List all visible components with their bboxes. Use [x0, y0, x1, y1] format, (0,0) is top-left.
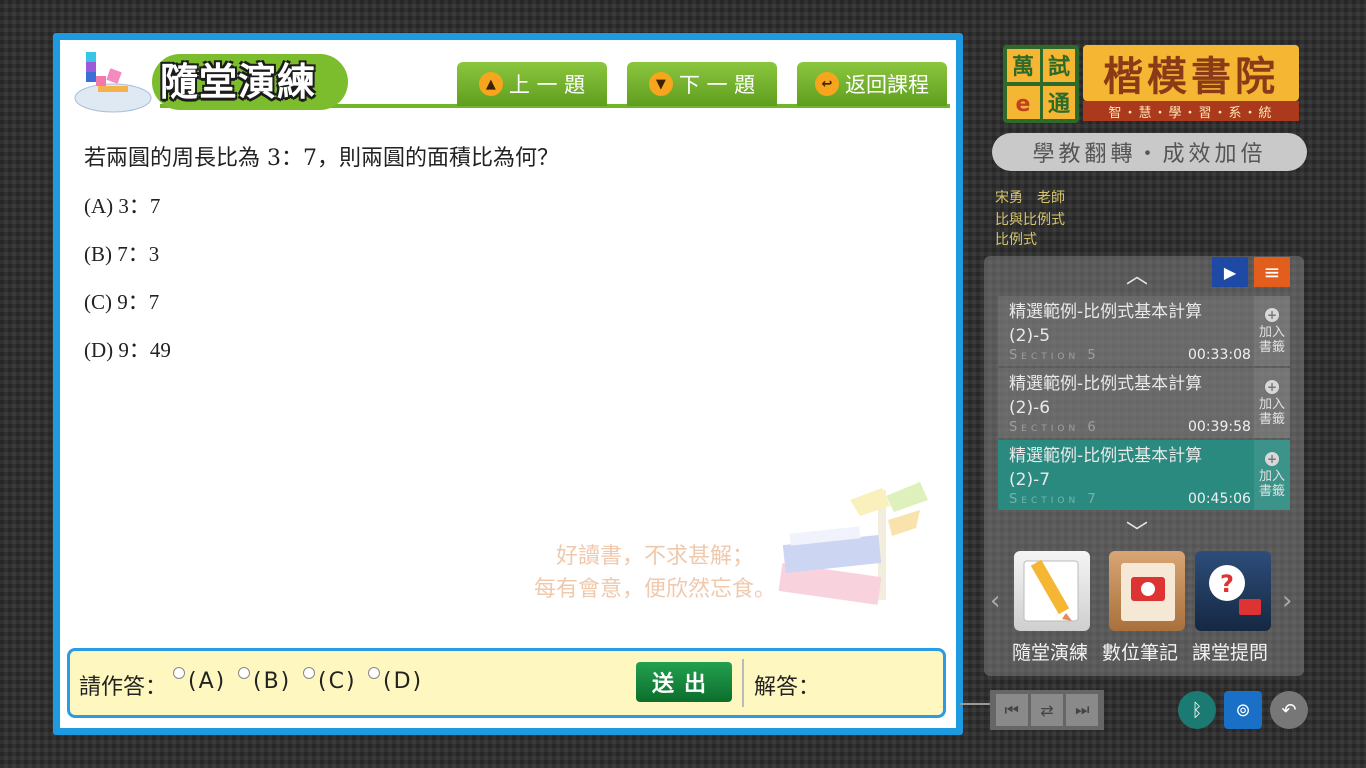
brand-logo-char-4: 通 — [1048, 92, 1070, 117]
tool-notes-label[interactable]: 數位筆記 — [1102, 638, 1178, 665]
bookmark-label-2: 書籤 — [1258, 411, 1285, 427]
brand-tagline: 智・慧・學・習・系・統 — [1083, 101, 1299, 121]
add-bookmark-button[interactable]: + 加入 書籤 — [1254, 368, 1290, 438]
return-arrow-icon: ↩ — [815, 72, 839, 96]
answer-bar: 請作答： (A) (B) (C) (D) 送出 解答： — [67, 648, 946, 718]
brand-name: 楷模書院 — [1083, 45, 1299, 101]
option-b: (B) 7：3 — [84, 242, 160, 266]
brand-logo-char-2: 試 — [1048, 54, 1070, 80]
chevron-down-icon[interactable]: ﹀ — [1126, 515, 1148, 547]
radio-label-a: (A) — [188, 669, 227, 694]
bookmark-label-1: 加入 — [1258, 468, 1285, 484]
add-bookmark-button[interactable]: + 加入 書籤 — [1254, 440, 1290, 510]
lesson-duration: 00:39:58 — [1188, 419, 1251, 435]
radio-option-b[interactable]: (B) — [238, 663, 291, 694]
lesson-title: 精選範例-比例式基本計算(2)-6 — [1009, 374, 1203, 418]
pencil-notebook-icon[interactable] — [1014, 551, 1090, 631]
slogan: 學教翻轉・成效加倍 — [992, 133, 1307, 171]
bookmark-label-2: 書籤 — [1258, 483, 1285, 499]
bookmark-label-1: 加入 — [1258, 396, 1285, 412]
question-camera-icon[interactable]: ? — [1195, 551, 1271, 631]
plus-icon: + — [1265, 307, 1279, 322]
add-bookmark-button[interactable]: + 加入 書籤 — [1254, 296, 1290, 366]
lesson-item[interactable]: 精選範例-比例式基本計算(2)-5 Section 5 00:33:08 + 加… — [998, 296, 1290, 366]
prev-question-label: 上 一 題 — [508, 73, 586, 97]
radio-button-b[interactable] — [238, 667, 250, 679]
radio-button-d[interactable] — [368, 667, 380, 679]
tool-practice-label[interactable]: 隨堂演練 — [1012, 638, 1088, 665]
undo-icon[interactable]: ↶ — [1270, 691, 1308, 729]
arrow-up-icon: ▲ — [478, 72, 503, 96]
radio-option-d[interactable]: (D) — [368, 663, 423, 694]
lesson-section: Section 5 — [1009, 348, 1100, 363]
practice-logo-icon — [74, 52, 152, 113]
repeat-icon[interactable]: ⇄ — [1030, 694, 1063, 726]
answer-divider — [742, 659, 744, 707]
skip-back-icon[interactable]: ⏮ — [995, 694, 1028, 726]
next-question-button[interactable]: ▼ 下 一 題 — [627, 62, 777, 106]
radio-button-a[interactable] — [173, 667, 185, 679]
video-tab-icon[interactable]: ▶ — [1212, 257, 1248, 287]
next-question-label: 下 一 題 — [678, 73, 756, 97]
prev-question-button[interactable]: ▲ 上 一 題 — [457, 62, 607, 106]
arrow-down-icon: ▼ — [648, 72, 673, 96]
quiz-panel: 隨堂演練 ▲ 上 一 題 ▼ 下 一 題 ↩ 返回課程 若兩圓的周長比為 3：7… — [53, 33, 963, 735]
tool-question-label[interactable]: 課堂提問 — [1192, 638, 1268, 665]
radio-option-a[interactable]: (A) — [173, 663, 226, 694]
plus-icon: + — [1265, 379, 1279, 394]
books-signpost-icon — [778, 482, 928, 605]
question-text: 若兩圓的周長比為 3：7，則兩圓的面積比為何？ — [84, 146, 559, 171]
question-mark-glyph: ? — [1220, 570, 1234, 598]
plus-icon: + — [1265, 451, 1279, 466]
submit-button[interactable]: 送出 — [636, 662, 732, 702]
lesson-duration: 00:33:08 — [1188, 347, 1251, 363]
camera-notebook-icon[interactable] — [1109, 551, 1185, 631]
io-icon[interactable]: ⊚ — [1224, 691, 1262, 729]
lesson-title: 精選範例-比例式基本計算(2)-5 — [1009, 302, 1203, 346]
back-to-course-button[interactable]: ↩ 返回課程 — [797, 62, 947, 106]
solution-label: 解答： — [754, 675, 821, 700]
radio-option-c[interactable]: (C) — [303, 663, 357, 694]
radio-label-b: (B) — [253, 669, 292, 694]
quiz-content: 隨堂演練 ▲ 上 一 題 ▼ 下 一 題 ↩ 返回課程 若兩圓的周長比為 3：7… — [60, 40, 956, 728]
chevron-up-icon[interactable]: ︿ — [1126, 258, 1148, 290]
page-title: 隨堂演練 — [160, 60, 317, 104]
radio-label-d: (D) — [383, 669, 424, 694]
lesson-item[interactable]: 精選範例-比例式基本計算(2)-6 Section 6 00:39:58 + 加… — [998, 368, 1290, 438]
lesson-item-active[interactable]: 精選範例-比例式基本計算(2)-7 Section 7 00:45:06 + 加… — [998, 440, 1290, 510]
chevron-left-icon[interactable]: ‹ — [990, 586, 1000, 616]
back-to-course-label: 返回課程 — [845, 73, 929, 97]
brand-logo-char-1: 萬 — [1012, 55, 1034, 80]
bluetooth-icon[interactable]: ᛒ — [1178, 691, 1216, 729]
option-a: (A) 3：7 — [84, 194, 161, 218]
radio-label-c: (C) — [318, 669, 357, 694]
bookmark-label-1: 加入 — [1258, 324, 1285, 340]
teacher-name: 宋勇 老師 — [995, 190, 1065, 206]
menu-tab-icon[interactable]: ≡ — [1254, 257, 1290, 287]
chevron-right-icon[interactable]: › — [1282, 586, 1292, 616]
brand-logo-char-3: e — [1016, 92, 1031, 117]
skip-forward-icon[interactable]: ⏭ — [1066, 694, 1099, 726]
lesson-section: Section 6 — [1009, 420, 1100, 435]
radio-button-c[interactable] — [303, 667, 315, 679]
topic-name: 比例式 — [995, 232, 1037, 248]
option-c: (C) 9：7 — [84, 290, 160, 314]
option-d: (D) 9：49 — [84, 338, 171, 362]
lesson-duration: 00:45:06 — [1188, 491, 1251, 507]
answer-prompt: 請作答： — [79, 675, 168, 700]
player-divider — [960, 703, 992, 705]
lesson-section: Section 7 — [1009, 492, 1100, 507]
bookmark-label-2: 書籤 — [1258, 339, 1285, 355]
lesson-title: 精選範例-比例式基本計算(2)-7 — [1009, 446, 1203, 490]
player-controls: ⏮ ⇄ ⏭ — [990, 690, 1104, 730]
chapter-name: 比與比例式 — [995, 212, 1065, 228]
brand-logo-icon: 萬 試 e 通 — [1003, 45, 1079, 123]
